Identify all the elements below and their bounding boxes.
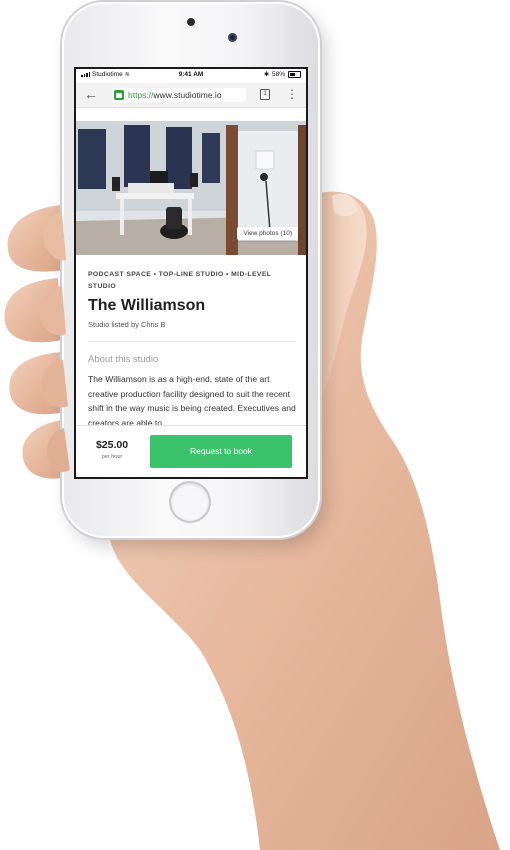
studio-photo[interactable]: View photos (10)	[76, 121, 306, 255]
about-description: The Williamson is as a high-end, state o…	[88, 374, 296, 428]
price-unit: per hour	[101, 454, 123, 460]
view-photos-button[interactable]: View photos (10)	[237, 227, 298, 240]
earpiece-speaker	[187, 18, 195, 26]
lock-icon	[114, 90, 124, 100]
browser-toolbar: ← https://www.studiotime.io 1 ⋮	[76, 83, 306, 108]
studio-lister: Studio listed by Chris B	[88, 320, 166, 329]
front-camera	[228, 33, 237, 42]
bluetooth-icon: ✱	[263, 72, 269, 78]
back-arrow-icon[interactable]: ←	[84, 86, 98, 102]
address-bar[interactable]: https://www.studiotime.io	[112, 88, 246, 102]
tabs-icon[interactable]: 1	[260, 89, 270, 100]
request-to-book-button[interactable]: Request to book	[150, 435, 292, 468]
battery-percent: 58%	[271, 71, 285, 78]
studio-categories: PODCAST SPACE • TOP-LINE STUDIO • MID-LE…	[88, 271, 272, 290]
phone-device: Studiotime ≋ 9:41 AM ✱ 58% ← https://www…	[62, 2, 320, 538]
home-button[interactable]	[171, 483, 209, 521]
battery-icon	[288, 71, 301, 78]
about-heading: About this studio	[88, 354, 159, 365]
more-vertical-icon[interactable]: ⋮	[286, 86, 298, 102]
listing-content: PODCAST SPACE • TOP-LINE STUDIO • MID-LE…	[88, 269, 296, 430]
page-title: The Williamson	[88, 297, 206, 314]
status-bar: Studiotime ≋ 9:41 AM ✱ 58%	[76, 69, 306, 81]
divider	[88, 341, 296, 342]
url-text: https://www.studiotime.io	[128, 90, 222, 100]
price-value: $25.00	[95, 439, 129, 451]
booking-bar: $25.00 per hour Request to book	[76, 425, 306, 477]
phone-screen: Studiotime ≋ 9:41 AM ✱ 58% ← https://www…	[76, 69, 306, 477]
